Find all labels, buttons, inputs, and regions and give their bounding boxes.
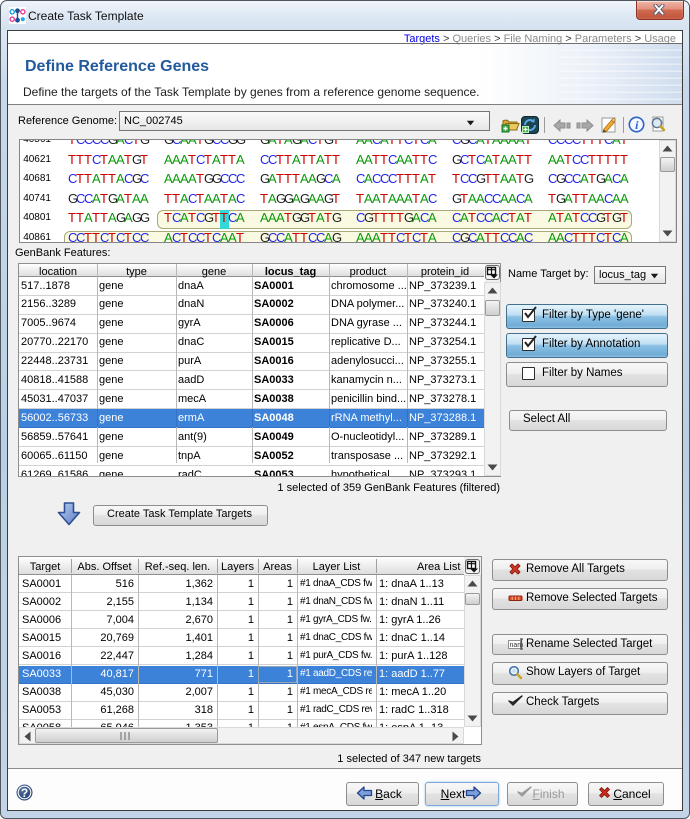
svg-text:?: ?	[21, 786, 28, 800]
